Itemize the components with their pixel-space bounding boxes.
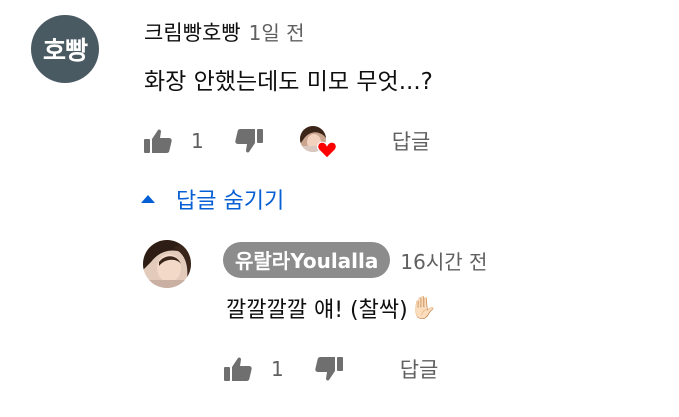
creator-author-badge[interactable]: 유랄라Youlalla [223,242,391,278]
like-count: 1 [191,129,204,153]
thumbs-down-icon [235,129,263,153]
creator-heart-icon [316,141,337,159]
reply-header: 유랄라Youlalla 16시간 전 [223,242,487,278]
reply-text: 깔깔깔깔 얘! (찰싹) [226,298,408,323]
hide-replies-label: 답글 숨기기 [176,189,285,214]
comment-timestamp[interactable]: 1일 전 [249,17,305,46]
comment-author[interactable]: 크림빵호빵 [144,17,241,47]
reply-author-avatar[interactable] [143,240,191,288]
comment-text: 화장 안했는데도 미모 무엇...? [144,69,433,95]
reply-reply-button[interactable]: 답글 [400,354,439,384]
like-button[interactable] [141,124,175,158]
avatar-photo [143,240,191,288]
avatar-initials: 호빵 [42,36,88,65]
thumbs-up-icon [144,129,172,153]
reply-timestamp[interactable]: 16시간 전 [400,246,487,275]
reply-text-line: 깔깔깔깔 얘! (찰싹) ✋🏻 [226,292,437,324]
reply-button[interactable]: 답글 [392,126,431,156]
hide-replies-button[interactable]: 답글 숨기기 [140,183,284,215]
commenter-avatar[interactable]: 호빵 [31,15,99,83]
caret-up-icon [141,195,155,203]
raised-hand-emoji: ✋🏻 [409,295,438,321]
comment-header: 크림빵호빵 1일 전 [144,17,305,49]
reply-action-bar: 1 답글 [221,352,438,386]
dislike-button[interactable] [232,124,266,158]
thumbs-down-icon [315,357,343,381]
thumbs-up-icon [224,357,252,381]
reply-dislike-button[interactable] [312,352,346,386]
creator-heart[interactable] [299,124,337,159]
comment-action-bar: 1 답글 [141,124,431,159]
reply-like-count: 1 [271,357,284,381]
reply-like-button[interactable] [221,352,255,386]
